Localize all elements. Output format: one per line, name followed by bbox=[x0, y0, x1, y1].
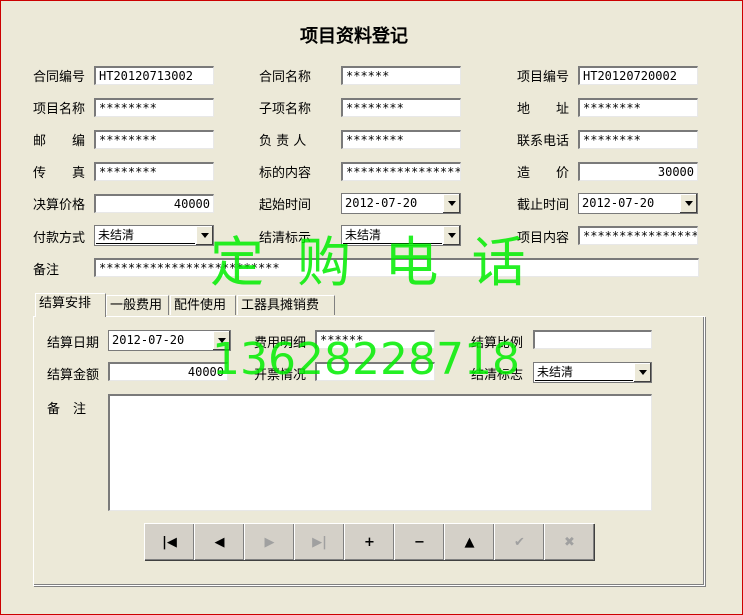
settle-flag2-dropdown-button[interactable] bbox=[633, 363, 651, 382]
settle-amount-field[interactable]: 40000 bbox=[108, 362, 228, 381]
settle-flag-label: 结清标示 bbox=[259, 231, 312, 246]
check-icon: ✔ bbox=[514, 534, 525, 550]
final-price-field[interactable]: 40000 bbox=[94, 194, 214, 213]
cost-field[interactable]: 30000 bbox=[578, 162, 698, 181]
settle-flag2-select[interactable]: 未结清 bbox=[533, 362, 652, 383]
contract-name-field[interactable]: ****** bbox=[341, 66, 461, 85]
owner-label: 负 责 人 bbox=[259, 134, 307, 149]
fee-detail-field[interactable]: ****** bbox=[315, 330, 435, 349]
chevron-down-icon bbox=[638, 370, 647, 375]
plus-icon: + bbox=[364, 534, 375, 550]
delete-record-button[interactable]: − bbox=[394, 523, 444, 560]
end-time-picker[interactable]: 2012-07-20 bbox=[578, 193, 698, 214]
cancel-record-button[interactable]: ✖ bbox=[544, 523, 594, 560]
project-no-field[interactable]: HT20120720002 bbox=[578, 66, 698, 85]
postcode-field[interactable]: ******** bbox=[94, 130, 214, 149]
invoice-field[interactable] bbox=[315, 362, 435, 381]
owner-field[interactable]: ******** bbox=[341, 130, 461, 149]
contract-name-label: 合同名称 bbox=[259, 70, 312, 85]
settle-flag-dropdown-button[interactable] bbox=[442, 226, 460, 245]
end-time-label: 截止时间 bbox=[517, 198, 570, 213]
tab-settlement[interactable]: 结算安排 bbox=[35, 293, 106, 317]
payment-dropdown-button[interactable] bbox=[195, 226, 213, 245]
last-icon: ▶| bbox=[312, 534, 327, 550]
settle-date-picker[interactable]: 2012-07-20 bbox=[108, 330, 231, 351]
settle-date-value: 2012-07-20 bbox=[112, 333, 185, 347]
payment-label: 付款方式 bbox=[33, 231, 86, 246]
remark-label: 备注 bbox=[33, 263, 60, 278]
tab-general-expenses[interactable]: 一般费用 bbox=[106, 295, 169, 315]
bid-content-label: 标的内容 bbox=[259, 166, 312, 181]
end-time-dropdown-button[interactable] bbox=[679, 194, 697, 213]
settle-flag-select[interactable]: 未结清 bbox=[341, 225, 461, 246]
project-name-field[interactable]: ******** bbox=[94, 98, 214, 117]
address-field[interactable]: ******** bbox=[578, 98, 698, 117]
start-time-dropdown-button[interactable] bbox=[442, 194, 460, 213]
postcode-label: 邮 编 bbox=[33, 134, 86, 149]
start-time-picker[interactable]: 2012-07-20 bbox=[341, 193, 461, 214]
settle-flag2-label: 结清标志 bbox=[471, 368, 524, 383]
ratio-field[interactable] bbox=[533, 330, 652, 349]
chevron-down-icon bbox=[217, 338, 226, 343]
project-no-label: 项目编号 bbox=[517, 70, 570, 85]
settle-remark-textarea[interactable] bbox=[108, 394, 652, 511]
next-record-button[interactable]: ▶ bbox=[244, 523, 294, 560]
phone-field[interactable]: ******** bbox=[578, 130, 698, 149]
tab-tool-amortization[interactable]: 工器具摊销费 bbox=[237, 295, 335, 315]
triangle-up-icon: ▲ bbox=[464, 534, 475, 550]
chevron-down-icon bbox=[200, 233, 209, 238]
first-record-button[interactable]: |◀ bbox=[144, 523, 194, 560]
subitem-name-field[interactable]: ******** bbox=[341, 98, 461, 117]
settle-remark-label: 备 注 bbox=[47, 402, 87, 417]
x-icon: ✖ bbox=[564, 534, 575, 550]
next-icon: ▶ bbox=[264, 534, 275, 550]
add-record-button[interactable]: + bbox=[344, 523, 394, 560]
project-name-label: 项目名称 bbox=[33, 102, 86, 117]
invoice-label: 开票情况 bbox=[254, 368, 307, 383]
bid-content-field[interactable]: **************** bbox=[341, 162, 461, 181]
start-time-label: 起始时间 bbox=[259, 198, 312, 213]
chevron-down-icon bbox=[447, 201, 456, 206]
prev-icon: ◀ bbox=[214, 534, 225, 550]
edit-record-button[interactable]: ▲ bbox=[444, 523, 494, 560]
settle-amount-label: 结算金额 bbox=[47, 368, 100, 383]
minus-icon: − bbox=[414, 534, 425, 550]
first-icon: |◀ bbox=[162, 534, 177, 550]
start-time-value: 2012-07-20 bbox=[345, 196, 418, 210]
final-price-label: 决算价格 bbox=[33, 198, 86, 213]
chevron-down-icon bbox=[447, 233, 456, 238]
last-record-button[interactable]: ▶| bbox=[294, 523, 344, 560]
post-record-button[interactable]: ✔ bbox=[494, 523, 544, 560]
prev-record-button[interactable]: ◀ bbox=[194, 523, 244, 560]
end-time-value: 2012-07-20 bbox=[582, 196, 655, 210]
payment-select[interactable]: 未结清 bbox=[94, 225, 214, 246]
page-title: 项目资料登记 bbox=[300, 26, 408, 47]
ratio-label: 结算比例 bbox=[471, 336, 524, 351]
settle-date-dropdown-button[interactable] bbox=[212, 331, 230, 350]
contract-no-field[interactable]: HT20120713002 bbox=[94, 66, 214, 85]
content-field[interactable]: **************** bbox=[578, 226, 698, 245]
fee-detail-label: 费用明细 bbox=[254, 336, 307, 351]
tab-parts-usage[interactable]: 配件使用 bbox=[170, 295, 236, 315]
contract-no-label: 合同编号 bbox=[33, 70, 86, 85]
settle-date-label: 结算日期 bbox=[47, 336, 100, 351]
fax-label: 传 真 bbox=[33, 166, 86, 181]
fax-field[interactable]: ******** bbox=[94, 162, 214, 181]
address-label: 地 址 bbox=[517, 102, 570, 117]
cost-label: 造 价 bbox=[517, 166, 570, 181]
remark-field[interactable]: ************************* bbox=[94, 258, 699, 277]
subitem-name-label: 子项名称 bbox=[259, 102, 312, 117]
phone-label: 联系电话 bbox=[517, 134, 570, 149]
content-label: 项目内容 bbox=[517, 231, 570, 246]
chevron-down-icon bbox=[684, 201, 693, 206]
